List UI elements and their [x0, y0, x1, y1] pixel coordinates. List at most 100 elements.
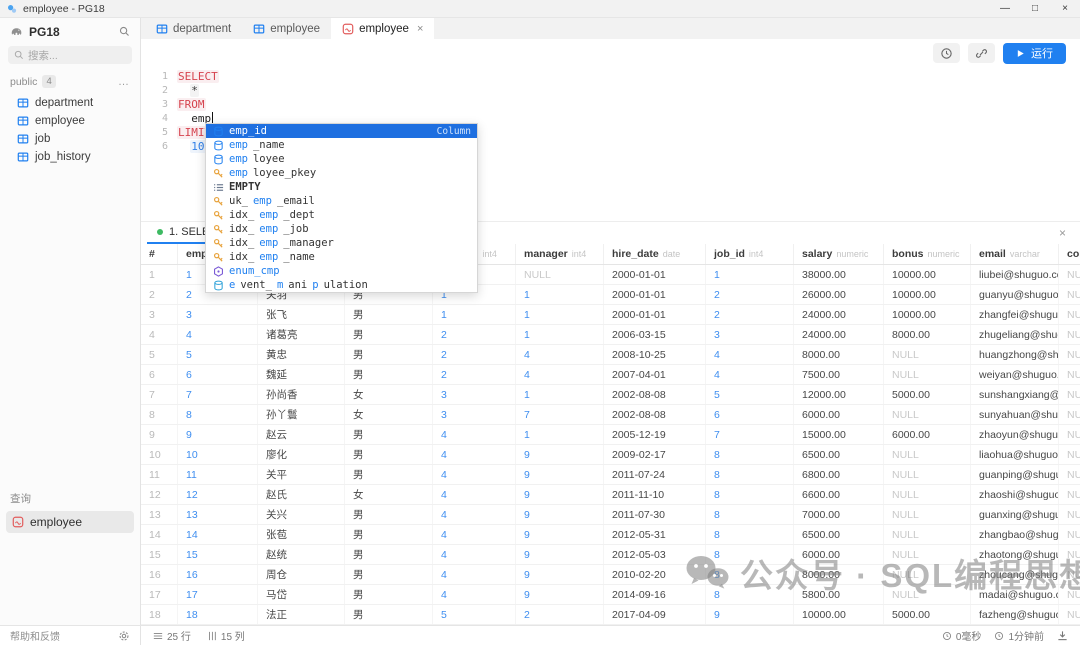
sidebar-item-job[interactable]: job	[0, 130, 140, 148]
table-row[interactable]: 1818法正男522017-04-09910000.005000.00fazhe…	[141, 605, 1080, 625]
table-cell: NULL	[884, 405, 971, 424]
table-row[interactable]: 1111关平男492011-07-2486800.00NULLguanping@…	[141, 465, 1080, 485]
table-cell: 2010-02-20	[604, 565, 706, 584]
table-cell: 周仓	[258, 565, 345, 584]
autocomplete-item-text: idx_	[229, 223, 254, 235]
autocomplete-item[interactable]: enum_cmp	[206, 264, 477, 278]
table-cell: 男	[345, 365, 433, 384]
run-label: 运行	[1031, 45, 1053, 61]
column-header-bonus[interactable]: bonusnumeric	[884, 244, 971, 264]
autocomplete-item[interactable]: EMPTY	[206, 180, 477, 194]
search-icon[interactable]	[119, 26, 130, 37]
column-header-#[interactable]: #	[141, 244, 178, 264]
column-header-salary[interactable]: salarynumeric	[794, 244, 884, 264]
autocomplete-item[interactable]: employee	[206, 152, 477, 166]
tab-department[interactable]: department	[145, 18, 242, 39]
autocomplete-item[interactable]: uk_emp_email	[206, 194, 477, 208]
column-header-hire_date[interactable]: hire_datedate	[604, 244, 706, 264]
table-cell: 男	[345, 545, 433, 564]
table-row[interactable]: 88孙丫鬟女372002-08-0866000.00NULLsunyahuan@…	[141, 405, 1080, 425]
sidebar-item-employee[interactable]: employee	[0, 112, 140, 130]
column-header-manager[interactable]: managerint4	[516, 244, 604, 264]
column-type: varchar	[1010, 249, 1040, 259]
table-row[interactable]: 44诸葛亮男212006-03-15324000.008000.00zhugel…	[141, 325, 1080, 345]
gear-icon[interactable]	[118, 630, 130, 642]
table-cell: 2002-08-08	[604, 385, 706, 404]
query-item-employee[interactable]: employee	[6, 511, 134, 533]
column-header-cor[interactable]: cor	[1059, 244, 1080, 264]
autocomplete-item[interactable]: emp_name	[206, 138, 477, 152]
minimize-button[interactable]: —	[990, 0, 1020, 17]
table-cell: 8	[706, 445, 794, 464]
schema-menu-icon[interactable]: …	[118, 76, 130, 88]
help-label[interactable]: 帮助和反馈	[10, 628, 60, 643]
table-cell: NULL	[884, 345, 971, 364]
table-cell: NULL	[1059, 385, 1080, 404]
autocomplete-item-text: m	[277, 279, 283, 291]
table-row[interactable]: 77孙尚香女312002-08-08512000.005000.00sunsha…	[141, 385, 1080, 405]
table-cell: 9	[516, 505, 604, 524]
table-cell: NULL	[884, 525, 971, 544]
tab-close-icon[interactable]: ×	[417, 23, 423, 35]
autocomplete-item[interactable]: employee_pkey	[206, 166, 477, 180]
column-icon	[212, 154, 224, 165]
maximize-button[interactable]: □	[1020, 0, 1050, 17]
table-cell: 12	[141, 485, 178, 504]
results-close-icon[interactable]: ×	[1051, 226, 1074, 240]
run-button[interactable]: 运行	[1003, 43, 1066, 64]
autocomplete-item[interactable]: event_manipulation	[206, 278, 477, 292]
autocomplete-item[interactable]: idx_emp_job	[206, 222, 477, 236]
download-icon[interactable]	[1057, 630, 1068, 641]
key-icon	[212, 210, 224, 221]
table-cell: 5	[178, 345, 258, 364]
column-name: salary	[802, 248, 832, 260]
table-cell: 2	[706, 285, 794, 304]
table-row[interactable]: 1515赵统男492012-05-0386000.00NULLzhaotong@…	[141, 545, 1080, 565]
sidebar-item-job_history[interactable]: job_history	[0, 148, 140, 166]
close-button[interactable]: ×	[1050, 0, 1080, 17]
table-row[interactable]: 1010廖化男492009-02-1786500.00NULLliaohua@s…	[141, 445, 1080, 465]
autocomplete-item-text: _job	[283, 223, 308, 235]
autocomplete-item[interactable]: emp_idColumn	[206, 124, 477, 138]
history-button[interactable]	[933, 43, 960, 63]
table-cell: 法正	[258, 605, 345, 624]
table-cell: 6	[706, 405, 794, 424]
table-cell: 2002-08-08	[604, 405, 706, 424]
table-row[interactable]: 1212赵氏女492011-11-1086600.00NULLzhaoshi@s…	[141, 485, 1080, 505]
autocomplete-item[interactable]: idx_emp_name	[206, 250, 477, 264]
tab-employee[interactable]: employee	[242, 18, 331, 39]
table-cell: NULL	[1059, 345, 1080, 364]
column-header-job_id[interactable]: job_idint4	[706, 244, 794, 264]
column-header-email[interactable]: emailvarchar	[971, 244, 1059, 264]
table-cell: 孙丫鬟	[258, 405, 345, 424]
table-cell: 男	[345, 605, 433, 624]
table-row[interactable]: 1414张苞男492012-05-3186500.00NULLzhangbao@…	[141, 525, 1080, 545]
link-button[interactable]	[968, 43, 995, 63]
columns-icon	[207, 631, 217, 641]
sidebar-item-department[interactable]: department	[0, 94, 140, 112]
autocomplete-item[interactable]: idx_emp_manager	[206, 236, 477, 250]
column-type: int4	[482, 249, 497, 259]
autocomplete-item[interactable]: idx_emp_dept	[206, 208, 477, 222]
table-cell: NULL	[1059, 505, 1080, 524]
table-cell: 2011-07-24	[604, 465, 706, 484]
table-cell: 1	[706, 265, 794, 284]
table-cell: guanyu@shuguo.co...	[971, 285, 1059, 304]
table-row[interactable]: 33张飞男112000-01-01224000.0010000.00zhangf…	[141, 305, 1080, 325]
table-cell: 10000.00	[884, 285, 971, 304]
table-row[interactable]: 99赵云男412005-12-19715000.006000.00zhaoyun…	[141, 425, 1080, 445]
search-input[interactable]: 搜索...	[8, 46, 132, 64]
schema-row[interactable]: public 4 …	[0, 68, 140, 91]
table-row[interactable]: 1313关兴男492011-07-3087000.00NULLguanxing@…	[141, 505, 1080, 525]
table-row[interactable]: 1616周仓男492010-02-2088000.00NULLzhoucang@…	[141, 565, 1080, 585]
table-row[interactable]: 1717马岱男492014-09-1685800.00NULLmadai@shu…	[141, 585, 1080, 605]
table-cell: 6	[178, 365, 258, 384]
table-cell: 10000.00	[884, 265, 971, 284]
tab-employee[interactable]: employee×	[331, 18, 434, 39]
table-row[interactable]: 66魏延男242007-04-0147500.00NULLweiyan@shug…	[141, 365, 1080, 385]
table-cell: NULL	[884, 545, 971, 564]
connection-header[interactable]: PG18	[0, 18, 140, 45]
code-text: SELECT	[177, 70, 219, 84]
table-row[interactable]: 55黄忠男242008-10-2548000.00NULLhuangzhong@…	[141, 345, 1080, 365]
table-cell: 1	[516, 325, 604, 344]
